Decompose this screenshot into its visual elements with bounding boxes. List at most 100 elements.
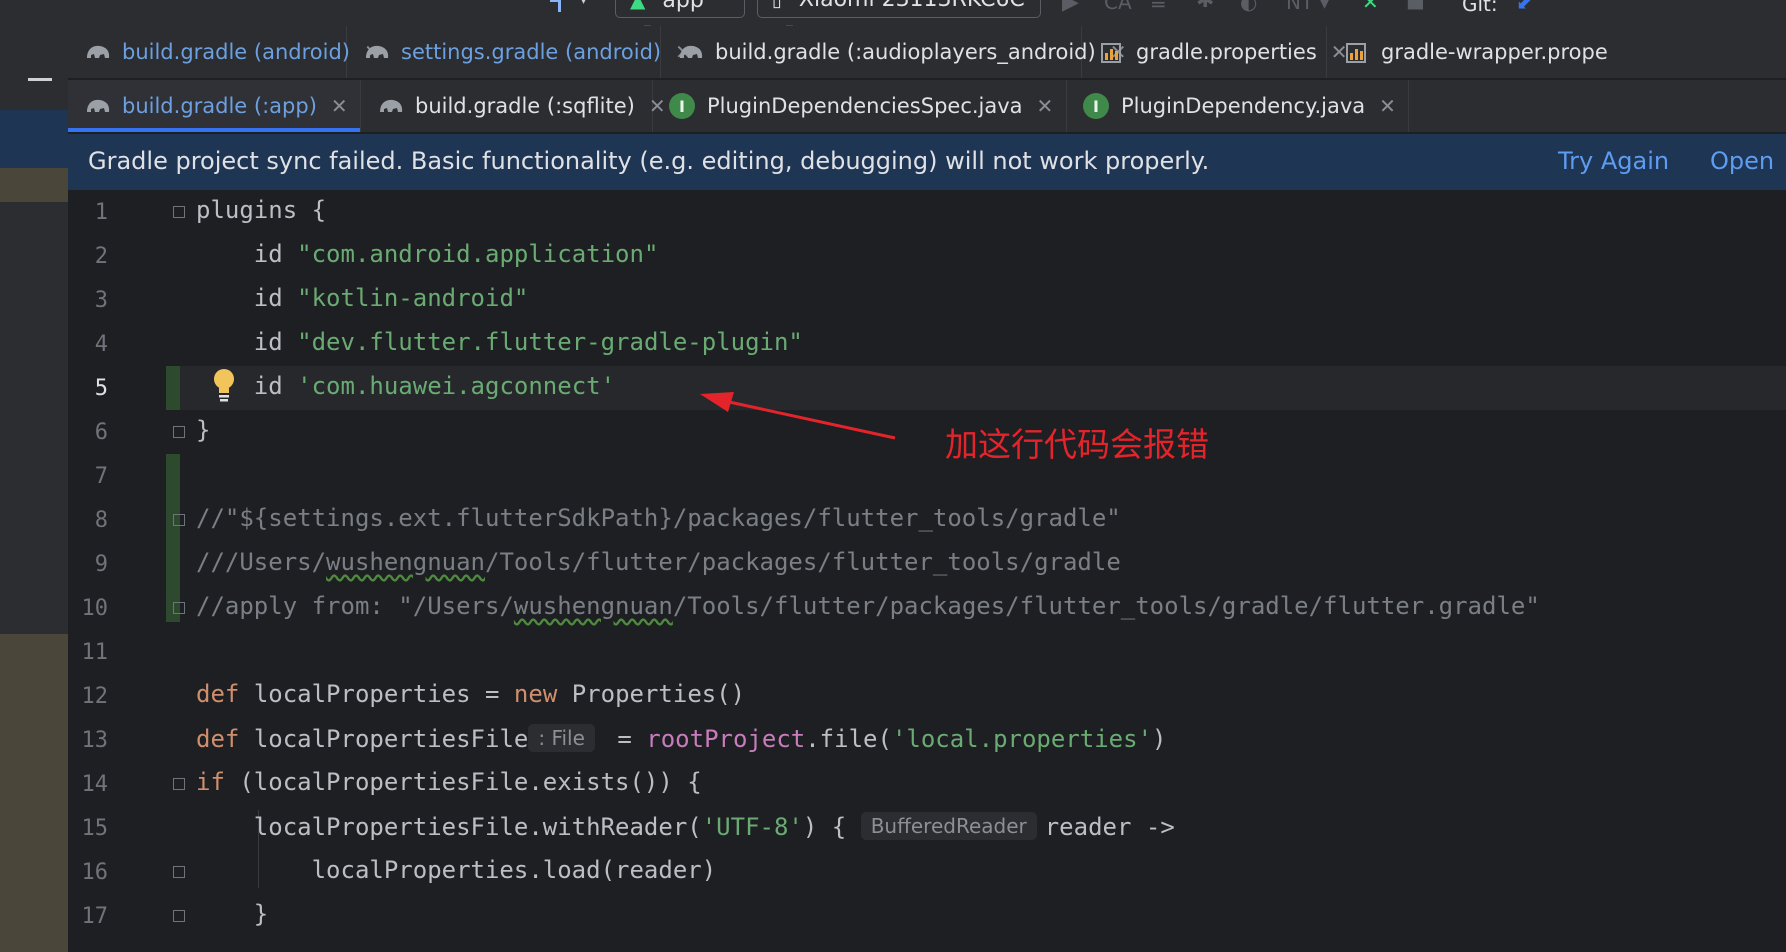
code-line-15: localPropertiesFile.withReader('UTF-8') … [196, 812, 1175, 841]
code-keyword: id [253, 240, 283, 268]
fold-marker-icon[interactable] [173, 778, 185, 790]
run-config-select[interactable]: ▲ app ▾ [615, 0, 745, 26]
dropdown-arrow-icon[interactable]: ▾ [580, 0, 587, 8]
code-line-17: } [196, 900, 268, 928]
tab-label: build.gradle (:sqflite) [415, 94, 635, 118]
tab-gradle-wrapper-properties[interactable]: gradle-wrapper.prope [1327, 26, 1786, 78]
type-hint: BufferedReader [860, 812, 1037, 840]
code-line-16: localProperties.load(reader) [196, 856, 717, 884]
line-number: 11 [81, 640, 109, 665]
code-keyword: new [513, 680, 558, 708]
vcs-label[interactable]: Git: [1462, 0, 1498, 16]
tab-plugin-dependency[interactable]: I PluginDependency.java ✕ [1067, 80, 1409, 132]
panel-row-highlight [0, 634, 68, 952]
code-identifier: localPropertiesFile [253, 725, 529, 753]
tab-plugin-dependencies-spec[interactable]: I PluginDependenciesSpec.java ✕ [653, 80, 1067, 132]
code-text: localProperties.load(reader) [311, 856, 717, 884]
line-number: 17 [81, 904, 109, 929]
tab-build-gradle-audioplayers[interactable]: build.gradle (:audioplayers_android) ✕ [661, 26, 1126, 78]
close-tab-icon[interactable]: ✕ [1037, 94, 1054, 118]
line-number-current: 5 [94, 376, 108, 401]
fold-marker-icon[interactable] [173, 866, 185, 878]
code-keyword: def [196, 725, 240, 753]
line-number: 3 [94, 288, 108, 313]
code-line-9: ///Users/wushengnuan/Tools/flutter/packa… [196, 548, 1121, 576]
line-number: 6 [94, 420, 108, 445]
close-tab-icon[interactable]: ✕ [1379, 94, 1396, 118]
line-number: 9 [94, 552, 108, 577]
tab-label: build.gradle (android) [122, 40, 350, 64]
tab-label: gradle.properties [1136, 40, 1317, 64]
line-number: 2 [94, 244, 108, 269]
code-property: rootProject [646, 725, 806, 753]
code-text: } [253, 900, 269, 928]
line-number: 7 [94, 464, 108, 489]
tab-build-gradle-sqflite[interactable]: build.gradle (:sqflite) ✕ [361, 80, 666, 132]
code-comment-typo: wushengnuan [513, 592, 673, 620]
debug-icon[interactable]: ✱ [1196, 0, 1214, 13]
fold-marker-icon[interactable] [173, 602, 185, 614]
code-string: "dev.flutter.flutter-gradle-plugin" [297, 328, 803, 356]
gradle-elephant-icon [366, 45, 389, 58]
run-config-label: app [662, 0, 704, 13]
code-comment: /Tools/flutter/packages/flutter_tools/gr… [485, 548, 1121, 576]
changed-lines-marker [166, 366, 180, 410]
fold-marker-icon[interactable] [173, 910, 185, 922]
code-line-1: plugins { [196, 196, 326, 224]
changed-lines-marker [166, 454, 180, 622]
code-line-2: id "com.android.application" [196, 240, 659, 268]
fold-marker-icon[interactable] [173, 426, 185, 438]
annotation-label: 加这行代码会报错 [945, 425, 1209, 464]
line-number: 8 [94, 508, 108, 533]
interface-icon: I [1083, 93, 1109, 119]
line-number: 10 [81, 596, 109, 621]
code-operator: = [470, 680, 514, 708]
minimize-icon[interactable] [28, 78, 52, 81]
tab-gradle-properties[interactable]: gradle.properties ✕ [1082, 26, 1348, 78]
build-hammer-icon[interactable] [548, 0, 570, 12]
line-number-gutter: 1 2 3 4 5 6 7 8 9 10 11 12 13 14 15 16 1… [68, 190, 166, 952]
sync-gradle-icon[interactable]: ✕ [1362, 0, 1379, 14]
try-again-link[interactable]: Try Again [1558, 147, 1669, 175]
profile-icon[interactable]: ◐ [1240, 0, 1257, 14]
open-link[interactable]: Open [1710, 147, 1774, 175]
code-text: .file( [805, 725, 892, 753]
code-line-6: } [196, 416, 210, 444]
tab-build-gradle-android[interactable]: build.gradle (android) ✕ [68, 26, 381, 78]
tab-label: settings.gradle (android) [401, 40, 662, 64]
run-icon[interactable]: ▶ [1062, 0, 1079, 15]
tab-label: build.gradle (:app) [122, 94, 317, 118]
properties-file-icon [1346, 43, 1366, 63]
fold-marker-icon[interactable] [173, 514, 185, 526]
close-tab-icon[interactable]: ✕ [331, 94, 348, 118]
code-text: Properties() [557, 680, 746, 708]
code-comment: //apply from: "/Users/ [196, 592, 514, 620]
code-string: "kotlin-android" [297, 284, 529, 312]
code-text: ) [1152, 725, 1167, 753]
code-line-14: if (localPropertiesFile.exists()) { [196, 768, 702, 796]
android-icon: ▲ [630, 0, 646, 12]
stop-icon[interactable]: ■ [1406, 0, 1425, 12]
more-run-icon[interactable]: NT ▾ [1286, 0, 1330, 14]
code-comment: ///Users/ [196, 548, 327, 576]
code-keyword: id [253, 284, 283, 312]
tab-build-gradle-app[interactable]: build.gradle (:app) ✕ [68, 80, 361, 132]
code-line-4: id "dev.flutter.flutter-gradle-plugin" [196, 328, 803, 356]
device-select[interactable]: ▯ Xiaomi 23113RKC6C ▾ [757, 0, 1041, 26]
code-keyword: if [196, 768, 225, 796]
code-keyword: id [253, 372, 283, 400]
editor-tabs-row-2: build.gradle (:app) ✕ build.gradle (:sqf… [68, 80, 1786, 133]
code-operator: = [602, 725, 647, 753]
apply-code-icon[interactable]: ≡ [1150, 0, 1167, 14]
code-editor[interactable]: 1 2 3 4 5 6 7 8 9 10 11 12 13 14 15 16 1… [68, 190, 1786, 952]
type-hint: : File [528, 724, 595, 752]
line-number: 15 [81, 816, 109, 841]
code-string: 'com.huawei.agconnect' [297, 372, 616, 400]
panel-row-highlight [0, 168, 68, 202]
fold-marker-icon[interactable] [173, 206, 185, 218]
apply-changes-icon[interactable]: CA [1104, 0, 1132, 14]
vcs-update-icon[interactable]: ⬋ [1516, 0, 1533, 14]
code-text: plugins { [196, 196, 327, 224]
tab-settings-gradle-android[interactable]: settings.gradle (android) ✕ [347, 26, 692, 78]
line-number: 1 [94, 200, 108, 225]
